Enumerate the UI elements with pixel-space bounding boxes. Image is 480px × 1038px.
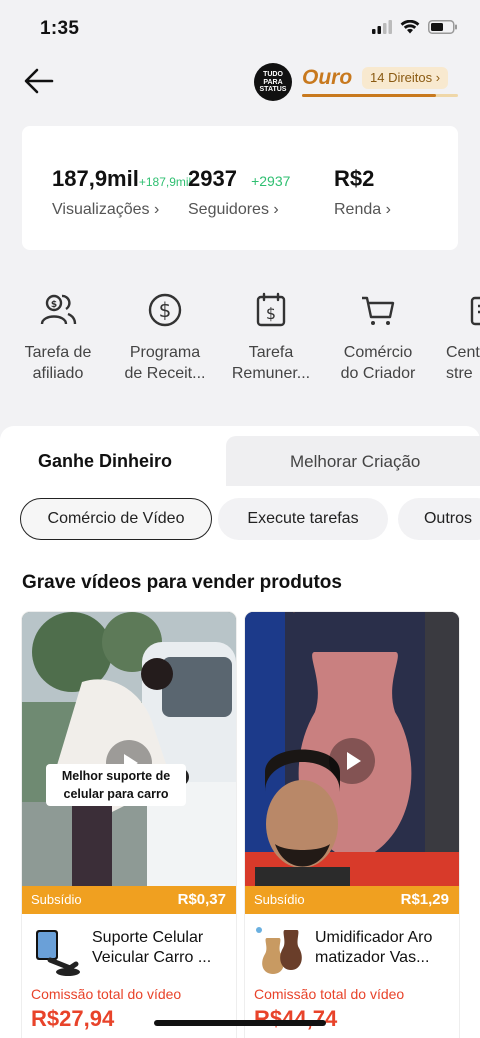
tool-label-line: stre	[446, 365, 473, 382]
product-card[interactable]: Melhor suporte de celular para carro Sub…	[22, 612, 236, 1038]
rights-badge[interactable]: 14 Direitos ›	[362, 67, 449, 89]
cart-icon	[362, 296, 395, 325]
chip-others[interactable]: Outros	[398, 498, 480, 540]
svg-text:$: $	[159, 298, 172, 322]
video-thumbnail[interactable]	[245, 612, 459, 886]
stat-views[interactable]: 187,9mil+187,9mil Visualizações ›	[52, 166, 191, 219]
tool-label-line: Cent	[446, 344, 480, 361]
rights-label: 14 Direitos	[370, 70, 433, 85]
chevron-right-icon: ›	[154, 201, 160, 218]
tab-improve-creation-label[interactable]: Melhorar Criação	[290, 452, 420, 472]
status-icons	[372, 20, 458, 34]
back-arrow-icon[interactable]	[22, 64, 56, 98]
product-image	[30, 924, 84, 978]
wifi-icon	[400, 20, 420, 34]
subsidy-label: Subsídio	[254, 892, 305, 907]
commission-value: R$27,94	[31, 1006, 115, 1031]
status-time: 1:35	[40, 18, 80, 39]
video-caption: Melhor suporte de celular para carro	[46, 764, 186, 806]
commission-label: Comissão total do vídeo	[254, 986, 405, 1002]
product-name: Umidificador Aro matizador Vas...	[315, 929, 433, 966]
stat-views-value: 187,9mil	[52, 166, 139, 191]
stat-followers-label: Seguidores	[188, 201, 269, 218]
stat-followers-delta: +2937	[251, 173, 291, 189]
tool-affiliate-task[interactable]: $ Tarefa de afiliado	[3, 286, 113, 384]
tier-label: Ouro	[302, 66, 353, 89]
avatar: TUDO PARA STATUS	[254, 63, 292, 101]
stat-followers[interactable]: 2937 +2937 Seguidores ›	[188, 166, 290, 219]
product-card[interactable]: Subsídio R$1,29 Umidificador Aro matizad…	[245, 612, 459, 1038]
subsidy-value: R$0,37	[177, 891, 226, 908]
tool-label-line: Tarefa	[248, 344, 294, 361]
tier-progress-fill	[302, 94, 437, 97]
main-panel: Ganhe Dinheiro Melhorar Criação Comércio…	[0, 426, 480, 1038]
tool-label-line: afiliado	[32, 365, 84, 382]
commission-label: Comissão total do vídeo	[31, 986, 182, 1002]
tab-earn-money[interactable]: Ganhe Dinheiro	[38, 451, 172, 472]
stat-followers-value: 2937	[188, 166, 237, 191]
subsidy-value: R$1,29	[400, 891, 449, 908]
chip-execute-tasks[interactable]: Execute tarefas	[218, 498, 388, 540]
tier-progress-bar	[302, 94, 458, 97]
category-chips: Comércio de Vídeo Execute tarefas Outros	[20, 498, 480, 540]
battery-icon	[428, 20, 457, 34]
dollar-circle-icon: $	[148, 293, 182, 327]
chevron-right-icon: ›	[385, 201, 391, 218]
tool-label-line: de Receit...	[124, 365, 206, 382]
subsidy-label: Subsídio	[31, 892, 82, 907]
subsidy-bar: Subsídio R$1,29	[245, 886, 459, 914]
tool-label-line: do Criador	[340, 365, 416, 382]
stat-views-label: Visualizações	[52, 201, 150, 218]
status-bar: 1:35	[0, 0, 480, 56]
product-name: Suporte Celular Veicular Carro ...	[92, 929, 212, 966]
tool-label-line: Tarefa de	[24, 344, 92, 361]
tool-revenue-program[interactable]: $ Programa de Receit...	[110, 286, 220, 384]
svg-text:$: $	[51, 300, 57, 310]
chevron-right-icon: ›	[273, 201, 279, 218]
section-title: Grave vídeos para vender produtos	[22, 572, 342, 593]
nav-bar: TUDO PARA STATUS Ouro 14 Direitos ›	[0, 56, 480, 106]
chevron-right-icon: ›	[435, 70, 441, 85]
stat-views-delta: +187,9mil	[138, 175, 192, 189]
tool-label-line: Programa	[129, 344, 201, 361]
tool-label-line: Comércio	[343, 344, 413, 361]
tool-creator-commerce[interactable]: Comércio do Criador	[323, 286, 433, 384]
affiliate-icon: $	[40, 294, 77, 325]
stat-income-value: R$2	[334, 166, 375, 191]
tool-label-line: Remuner...	[231, 365, 311, 382]
tools-row: $ Tarefa de afiliado $ Programa de Receit.…	[0, 286, 480, 396]
creator-level[interactable]: TUDO PARA STATUS Ouro 14 Direitos ›	[254, 62, 460, 104]
tool-center[interactable]: Cent stre	[446, 286, 480, 384]
signal-icon	[372, 20, 392, 34]
svg-text:$: $	[266, 304, 276, 323]
chip-video-commerce[interactable]: Comércio de Vídeo	[20, 498, 212, 540]
video-thumbnail[interactable]: Melhor suporte de celular para carro	[22, 612, 236, 886]
stats-card: 187,9mil+187,9mil Visualizações › 2937 +…	[22, 126, 458, 250]
calendar-dollar-icon: $	[256, 292, 286, 327]
play-icon[interactable]	[329, 738, 375, 784]
center-icon	[470, 296, 480, 326]
commission-value: R$44,74	[254, 1006, 338, 1031]
home-indicator[interactable]	[154, 1020, 326, 1026]
tool-paid-task[interactable]: $ Tarefa Remuner...	[216, 286, 326, 384]
subsidy-bar: Subsídio R$0,37	[22, 886, 236, 914]
product-image	[253, 924, 307, 978]
stat-income-label: Renda	[334, 201, 382, 218]
stat-income[interactable]: R$2 Renda ›	[334, 166, 391, 219]
